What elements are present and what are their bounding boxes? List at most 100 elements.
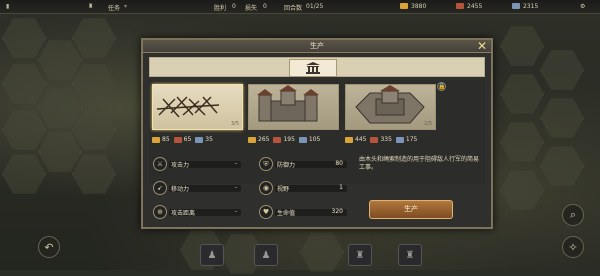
stat-value: - (234, 160, 237, 167)
map-hex (38, 40, 82, 80)
stat-vision: ◉ 视野 1 (259, 181, 347, 195)
map-hex (500, 122, 544, 162)
wood-resource: 2455 (456, 3, 482, 10)
mission-label[interactable]: 任务 (108, 3, 120, 12)
loss-value: 0 (263, 3, 267, 10)
top-status-bar: ▮ ♜ 任务 ▾ 胜利 0 损失 0 回合数 01/25 3880 2455 2… (0, 0, 600, 14)
cost-value: 65 (183, 136, 192, 143)
cost-value: 335 (380, 136, 392, 143)
stat-label: 生命值 (277, 209, 296, 217)
stat-label: 防御力 (277, 161, 296, 169)
iron-icon (395, 136, 404, 143)
map-hex (500, 26, 544, 66)
gold-icon (248, 136, 256, 143)
stat-value: 1 (339, 184, 343, 191)
stat-label: 移动力 (171, 185, 190, 193)
cost-row: 445 335 175 (345, 135, 445, 144)
unit-card[interactable]: 2/5 (345, 84, 436, 130)
iron-cost: 105 (298, 136, 320, 143)
gold-cost: 445 (345, 136, 366, 143)
stat-attack: ⚔ 攻击力 - (153, 157, 241, 171)
map-hex (38, 132, 82, 172)
map-hex (38, 88, 82, 128)
produce-button[interactable]: 生产 (369, 200, 453, 219)
map-hex (72, 154, 116, 194)
stat-label: 视野 (277, 185, 290, 193)
close-icon[interactable]: ✕ (476, 40, 488, 52)
category-strip (149, 57, 485, 77)
iron-icon (298, 136, 307, 143)
compass-icon[interactable]: ✧ (562, 236, 584, 258)
wood-icon (173, 136, 182, 143)
map-hex (540, 50, 584, 90)
stat-label: 攻击距离 (171, 209, 196, 217)
cost-value: 195 (283, 136, 295, 143)
map-hex (500, 74, 544, 114)
iron-cost: 175 (395, 136, 417, 143)
unit-count: 3/5 (230, 121, 239, 127)
gold-resource: 3880 (400, 3, 426, 10)
iron-resource: 2315 (512, 3, 538, 10)
boot-icon: ➹ (153, 181, 167, 195)
castle-icon[interactable]: ♜ (398, 244, 422, 266)
gold-value: 3880 (411, 3, 427, 10)
gold-cost: 85 (152, 136, 170, 143)
stat-value: - (234, 208, 237, 215)
lock-icon[interactable]: 🔒 (437, 82, 446, 91)
stat-label: 攻击力 (171, 161, 190, 169)
map-hex (540, 98, 584, 138)
iron-icon (195, 136, 204, 143)
stat-defense: ⛨ 防御力 80 (259, 157, 347, 171)
round-label: 回合数 (284, 5, 303, 12)
stat-value: 80 (335, 160, 343, 167)
cost-value: 445 (355, 136, 367, 143)
unit-card[interactable] (248, 84, 339, 130)
map-hex (72, 64, 116, 104)
unit-count: 2/5 (423, 121, 432, 127)
target-icon: ⊕ (153, 205, 167, 219)
settings-gear-icon[interactable]: ⚙ (580, 3, 585, 10)
stat-value: 320 (331, 208, 343, 215)
cost-value: 265 (258, 136, 270, 143)
mission-dropdown-icon[interactable]: ▾ (124, 3, 127, 10)
unit-figure-icon[interactable]: ♟ (254, 244, 278, 266)
castle-icon[interactable]: ♜ (348, 244, 372, 266)
dialog-title: 生产 (310, 42, 324, 50)
fortress-icon (355, 85, 425, 124)
stat-mobility: ➹ 移动力 - (153, 181, 241, 195)
map-hex (72, 110, 116, 150)
zoom-search-icon[interactable]: ⌕ (562, 204, 584, 226)
map-hex (2, 154, 46, 194)
map-hex (2, 110, 46, 150)
wood-cost: 195 (273, 136, 295, 143)
building-icon (306, 62, 320, 74)
objective-icon[interactable]: ♜ (88, 3, 93, 10)
shield-icon: ⛨ (259, 157, 273, 171)
cost-value: 35 (205, 136, 213, 143)
map-hex (300, 232, 344, 272)
map-hex (2, 18, 46, 58)
map-hex (2, 64, 46, 104)
unit-figure-icon[interactable]: ♟ (200, 244, 224, 266)
iron-cost: 35 (195, 136, 213, 143)
wood-icon (370, 136, 379, 143)
unit-card[interactable]: 3/5 (152, 84, 243, 130)
gold-icon (400, 3, 408, 9)
stat-range: ⊕ 攻击距离 - (153, 205, 241, 219)
menu-icon[interactable]: ▮ (6, 3, 9, 10)
tab-building[interactable] (289, 59, 337, 77)
gold-icon (345, 136, 353, 143)
map-hex (540, 146, 584, 186)
dialog-header: 生产 (143, 40, 491, 53)
round-value: 01/25 (306, 3, 324, 10)
crossed-swords-icon: ⚔ (153, 157, 167, 171)
wood-icon (273, 136, 282, 143)
back-arrow-icon[interactable]: ↶ (38, 236, 60, 258)
fort-icon (257, 85, 319, 122)
stat-hp: ♥ 生命值 320 (259, 205, 347, 219)
production-dialog: 生产 ✕ 3/5 85 65 35 265 195 105 2/5 🔒 445 … (141, 38, 493, 229)
wood-cost: 65 (173, 136, 192, 143)
gold-icon (152, 136, 160, 143)
iron-value: 2315 (523, 3, 539, 10)
wood-value: 2455 (467, 3, 483, 10)
